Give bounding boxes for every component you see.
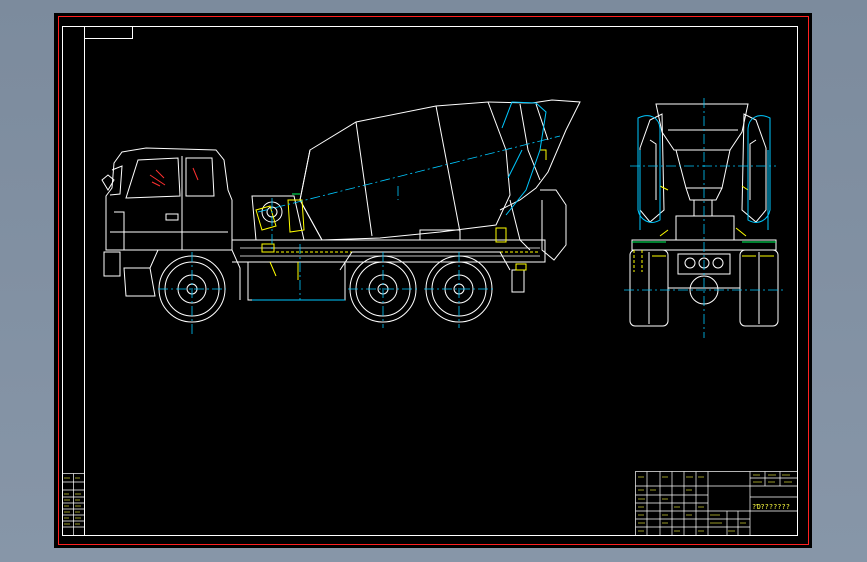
rear-hopper xyxy=(655,103,749,151)
mixer-drum xyxy=(299,101,511,241)
drawing-frame xyxy=(62,26,798,536)
title-block-text: ?Ɗ??????? xyxy=(752,503,790,511)
frame-inner-line xyxy=(84,26,798,536)
side-view-centerlines xyxy=(158,135,561,334)
side-view-blue-lines xyxy=(252,101,547,301)
cab-window xyxy=(125,157,181,199)
chassis-frame xyxy=(232,239,546,263)
rear-view-centerlines xyxy=(624,98,784,338)
side-view-wheels xyxy=(149,249,511,323)
cad-drawing[interactable] xyxy=(0,0,867,562)
side-view xyxy=(101,99,581,301)
cab-outline xyxy=(105,147,233,251)
side-view-highlights xyxy=(255,149,547,280)
left-side-table xyxy=(62,473,85,536)
left-table-marks xyxy=(64,477,81,525)
corner-label-box xyxy=(84,26,133,39)
